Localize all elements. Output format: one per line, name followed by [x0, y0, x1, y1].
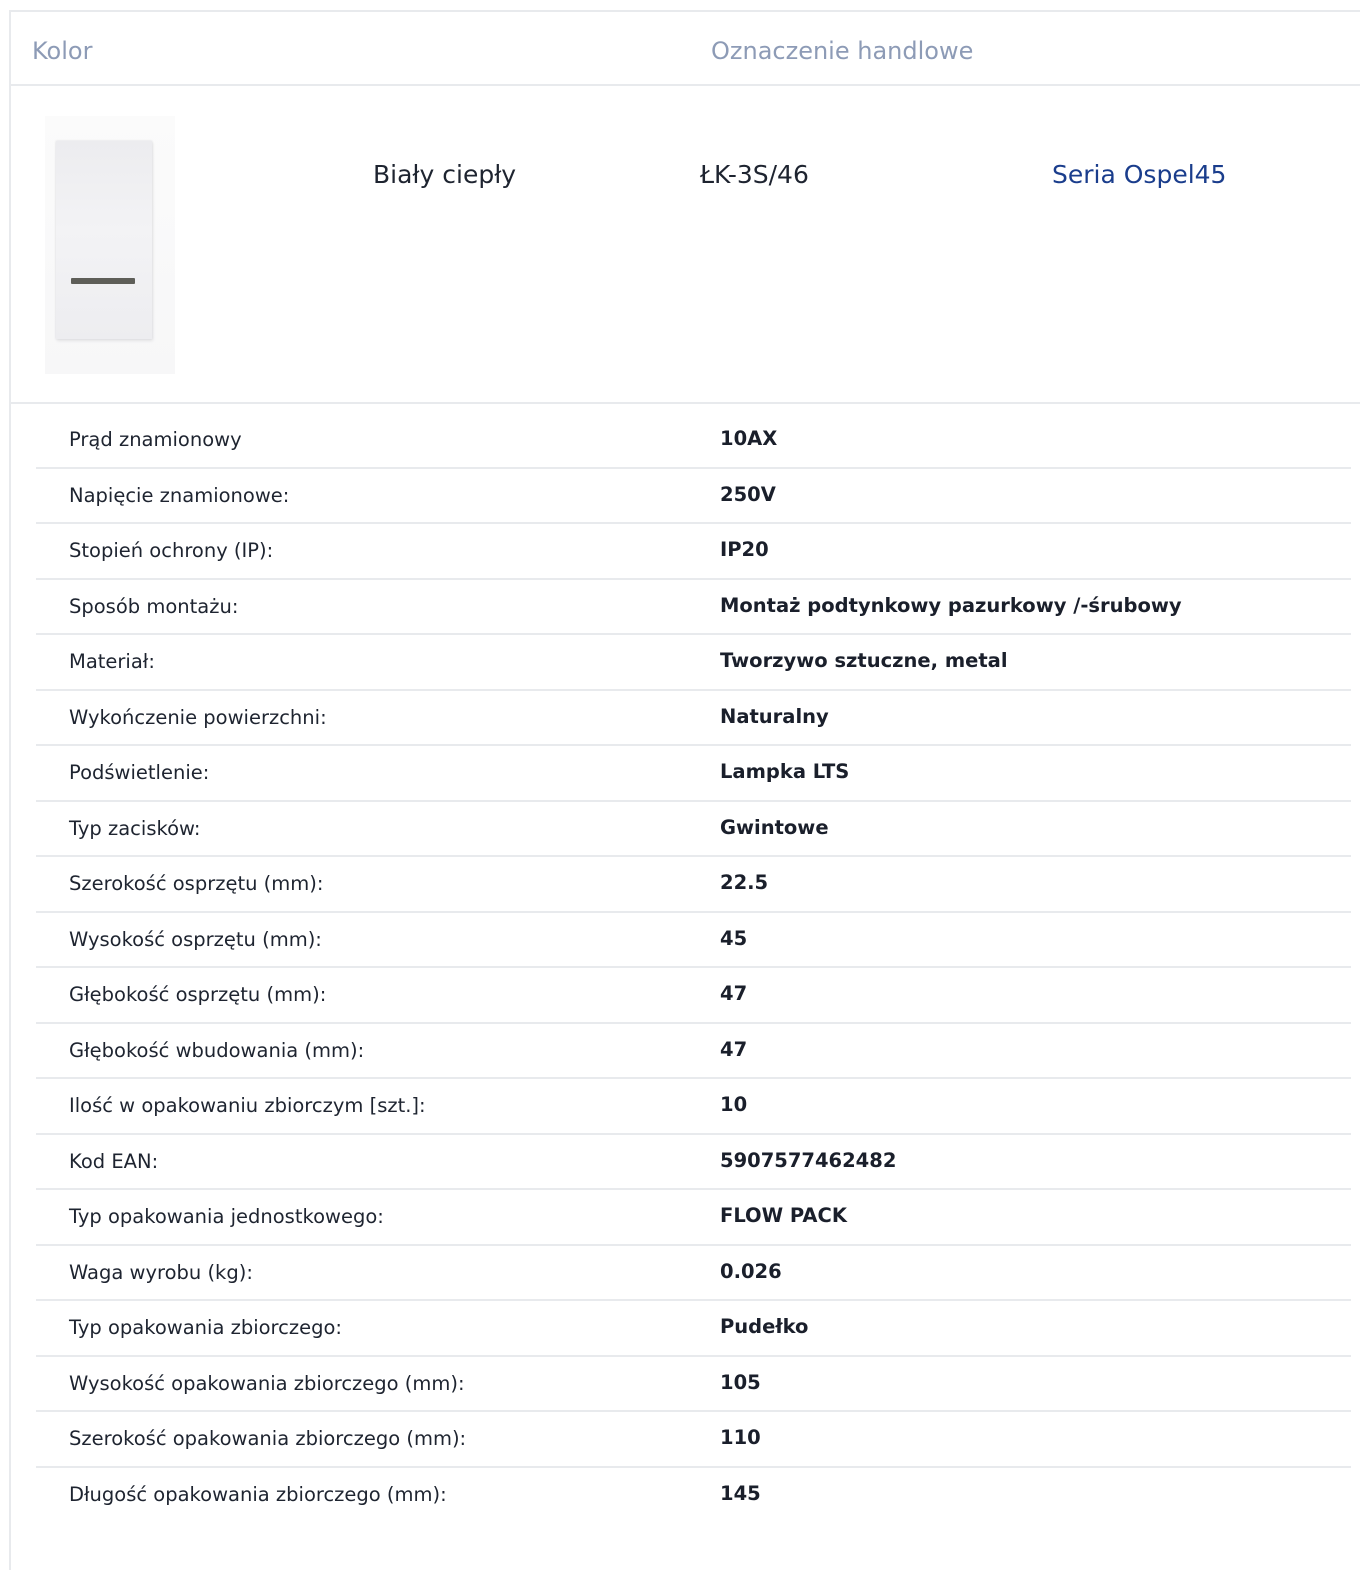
spec-value: 5907577462482 [720, 1148, 897, 1172]
spec-row: Prąd znamionowy 10AX [36, 413, 1351, 469]
spec-row: Kod EAN: 5907577462482 [36, 1135, 1351, 1190]
spec-row: Podświetlenie: Lampka LTS [36, 746, 1351, 802]
spec-row: Stopień ochrony (IP): IP20 [36, 524, 1351, 580]
spec-row: Typ zacisków: Gwintowe [36, 802, 1351, 857]
indicator-lamp-icon [71, 278, 135, 284]
spec-label: Wykończenie powierzchni: [69, 705, 327, 729]
spec-label: Podświetlenie: [69, 761, 210, 784]
spec-value: 110 [720, 1426, 761, 1449]
spec-row: Napięcie znamionowe: 250V [36, 469, 1351, 524]
specifications-table: Prąd znamionowy 10AX Napięcie znamionowe: 2… [36, 413, 1351, 1523]
spec-row: Waga wyrobu (kg): 0.026 [36, 1246, 1351, 1301]
spec-row: Wysokość opakowania zbiorczego (mm): 105 [36, 1357, 1351, 1412]
spec-label: Typ opakowania jednostkowego: [69, 1205, 384, 1228]
spec-label: Długość opakowania zbiorczego (mm): [69, 1482, 447, 1506]
spec-value: 22.5 [720, 871, 769, 894]
spec-row: Sposób montażu: Montaż podtynkowy pazurko… [36, 580, 1351, 635]
spec-label: Ilość w opakowaniu zbiorczym [szt.]: [69, 1094, 426, 1117]
spec-value: 0.026 [720, 1259, 782, 1283]
product-row: Biały ciepły ŁK-3S/46 Seria Ospel45 [11, 86, 1360, 404]
spec-value: 250V [720, 482, 776, 506]
spec-label: Waga wyrobu (kg): [69, 1260, 253, 1284]
column-header-kolor: Kolor [32, 37, 93, 65]
spec-value: 45 [720, 926, 748, 950]
spec-value: Tworzywo sztuczne, metal [720, 649, 1008, 672]
spec-value: 47 [720, 982, 748, 1005]
spec-label: Stopień ochrony (IP): [69, 539, 274, 562]
spec-value: 10AX [720, 427, 778, 450]
spec-row: Głębokość osprzętu (mm): 47 [36, 968, 1351, 1024]
spec-row: Szerokość osprzętu (mm): 22.5 [36, 857, 1351, 913]
spec-label: Prąd znamionowy [69, 428, 242, 451]
spec-label: Szerokość osprzętu (mm): [69, 872, 324, 895]
spec-label: Wysokość opakowania zbiorczego (mm): [69, 1371, 465, 1395]
spec-value: 10 [720, 1093, 748, 1116]
spec-row: Typ opakowania zbiorczego: Pudełko [36, 1301, 1351, 1357]
spec-label: Szerokość opakowania zbiorczego (mm): [69, 1427, 467, 1450]
light-switch-icon [56, 141, 152, 339]
spec-value: Naturalny [720, 704, 829, 728]
spec-label: Głębokość osprzętu (mm): [69, 983, 327, 1006]
product-code: ŁK-3S/46 [700, 160, 809, 189]
column-header-oznaczenie: Oznaczenie handlowe [711, 37, 974, 65]
spec-label: Sposób montażu: [69, 594, 239, 618]
spec-row: Ilość w opakowaniu zbiorczym [szt.]: 10 [36, 1079, 1351, 1135]
spec-value: FLOW PACK [720, 1204, 847, 1227]
spec-value: 47 [720, 1037, 748, 1061]
series-link[interactable]: Seria Ospel45 [1052, 160, 1226, 189]
spec-label: Typ zacisków: [69, 816, 201, 840]
spec-value: 105 [720, 1370, 761, 1394]
spec-row: Wysokość osprzętu (mm): 45 [36, 913, 1351, 968]
product-image [45, 116, 175, 374]
spec-label: Typ opakowania zbiorczego: [69, 1316, 342, 1339]
spec-row: Typ opakowania jednostkowego: FLOW PACK [36, 1190, 1351, 1246]
spec-value: Montaż podtynkowy pazurkowy /-śrubowy [720, 593, 1182, 617]
spec-row: Głębokość wbudowania (mm): 47 [36, 1024, 1351, 1079]
spec-value: Pudełko [720, 1315, 809, 1338]
spec-row: Materiał: Tworzywo sztuczne, metal [36, 635, 1351, 691]
spec-label: Materiał: [69, 650, 155, 673]
spec-value: 145 [720, 1481, 761, 1505]
spec-row: Wykończenie powierzchni: Naturalny [36, 691, 1351, 746]
spec-value: Gwintowe [720, 815, 829, 839]
product-color: Biały ciepły [373, 160, 517, 189]
spec-row: Szerokość opakowania zbiorczego (mm): 110 [36, 1412, 1351, 1468]
spec-row: Długość opakowania zbiorczego (mm): 145 [36, 1468, 1351, 1524]
spec-label: Wysokość osprzętu (mm): [69, 927, 322, 951]
spec-label: Głębokość wbudowania (mm): [69, 1038, 365, 1062]
table-header-row: Kolor Oznaczenie handlowe [11, 12, 1360, 86]
spec-label: Kod EAN: [69, 1149, 159, 1173]
spec-value: Lampka LTS [720, 760, 850, 783]
spec-value: IP20 [720, 538, 769, 561]
spec-label: Napięcie znamionowe: [69, 483, 290, 507]
